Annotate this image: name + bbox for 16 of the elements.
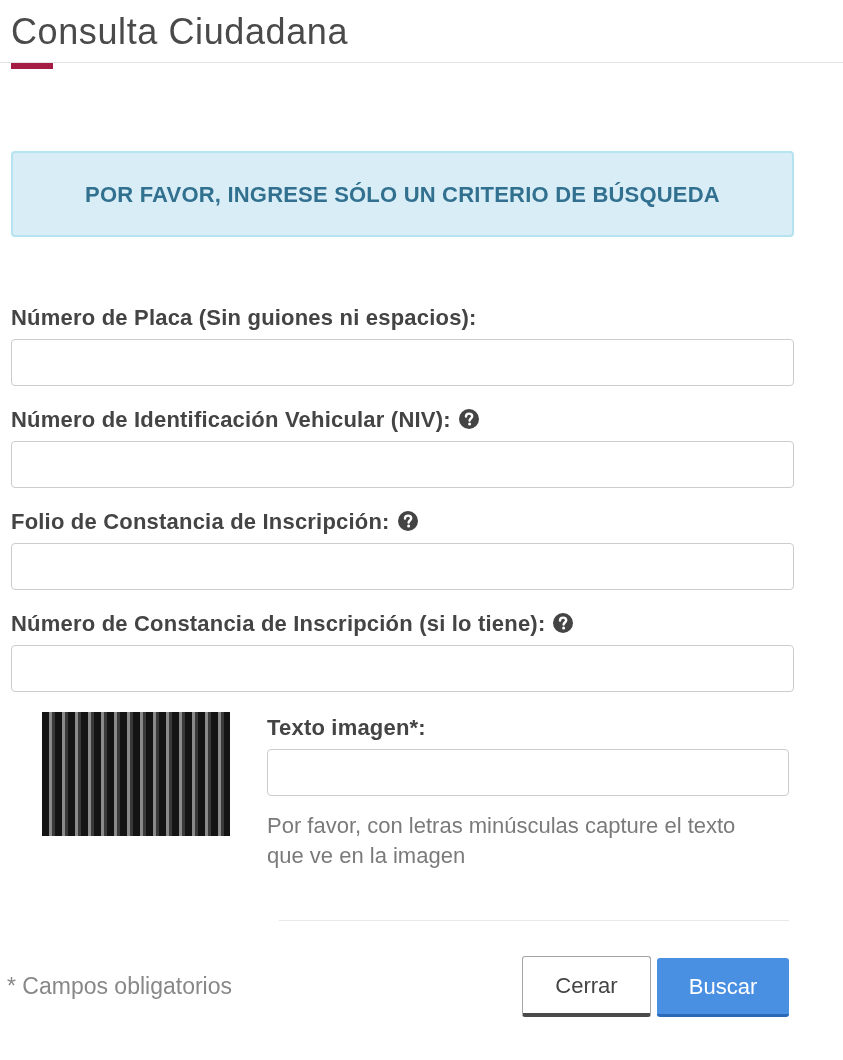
page-title: Consulta Ciudadana bbox=[11, 10, 350, 54]
text-input-field[interactable] bbox=[11, 441, 794, 488]
captcha-input-field[interactable] bbox=[267, 749, 789, 796]
required-fields-note: * Campos obligatorios bbox=[7, 972, 232, 1002]
captcha-hint: Por favor, con letras minúsculas capture el texto que ve en la imagen bbox=[267, 812, 737, 870]
field-label: Número de Placa (Sin guiones ni espacios): bbox=[11, 303, 477, 332]
text-input-field[interactable] bbox=[11, 543, 794, 590]
text-input-field[interactable] bbox=[11, 339, 794, 386]
title-accent-bar bbox=[11, 63, 53, 69]
field-label: Folio de Constancia de Inscripción: bbox=[11, 507, 390, 536]
field-label: Número de Identificación Vehicular (NIV): bbox=[11, 405, 451, 434]
text-input-field[interactable] bbox=[11, 645, 794, 692]
close-button[interactable]: Cerrar bbox=[522, 956, 651, 1017]
field-label: Número de Constancia de Inscripción (si lo tiene): bbox=[11, 609, 546, 638]
info-alert: POR FAVOR, INGRESE SÓLO UN CRITERIO DE BÚSQUEDA bbox=[11, 151, 794, 237]
captcha-label: Texto imagen*: bbox=[267, 714, 427, 742]
